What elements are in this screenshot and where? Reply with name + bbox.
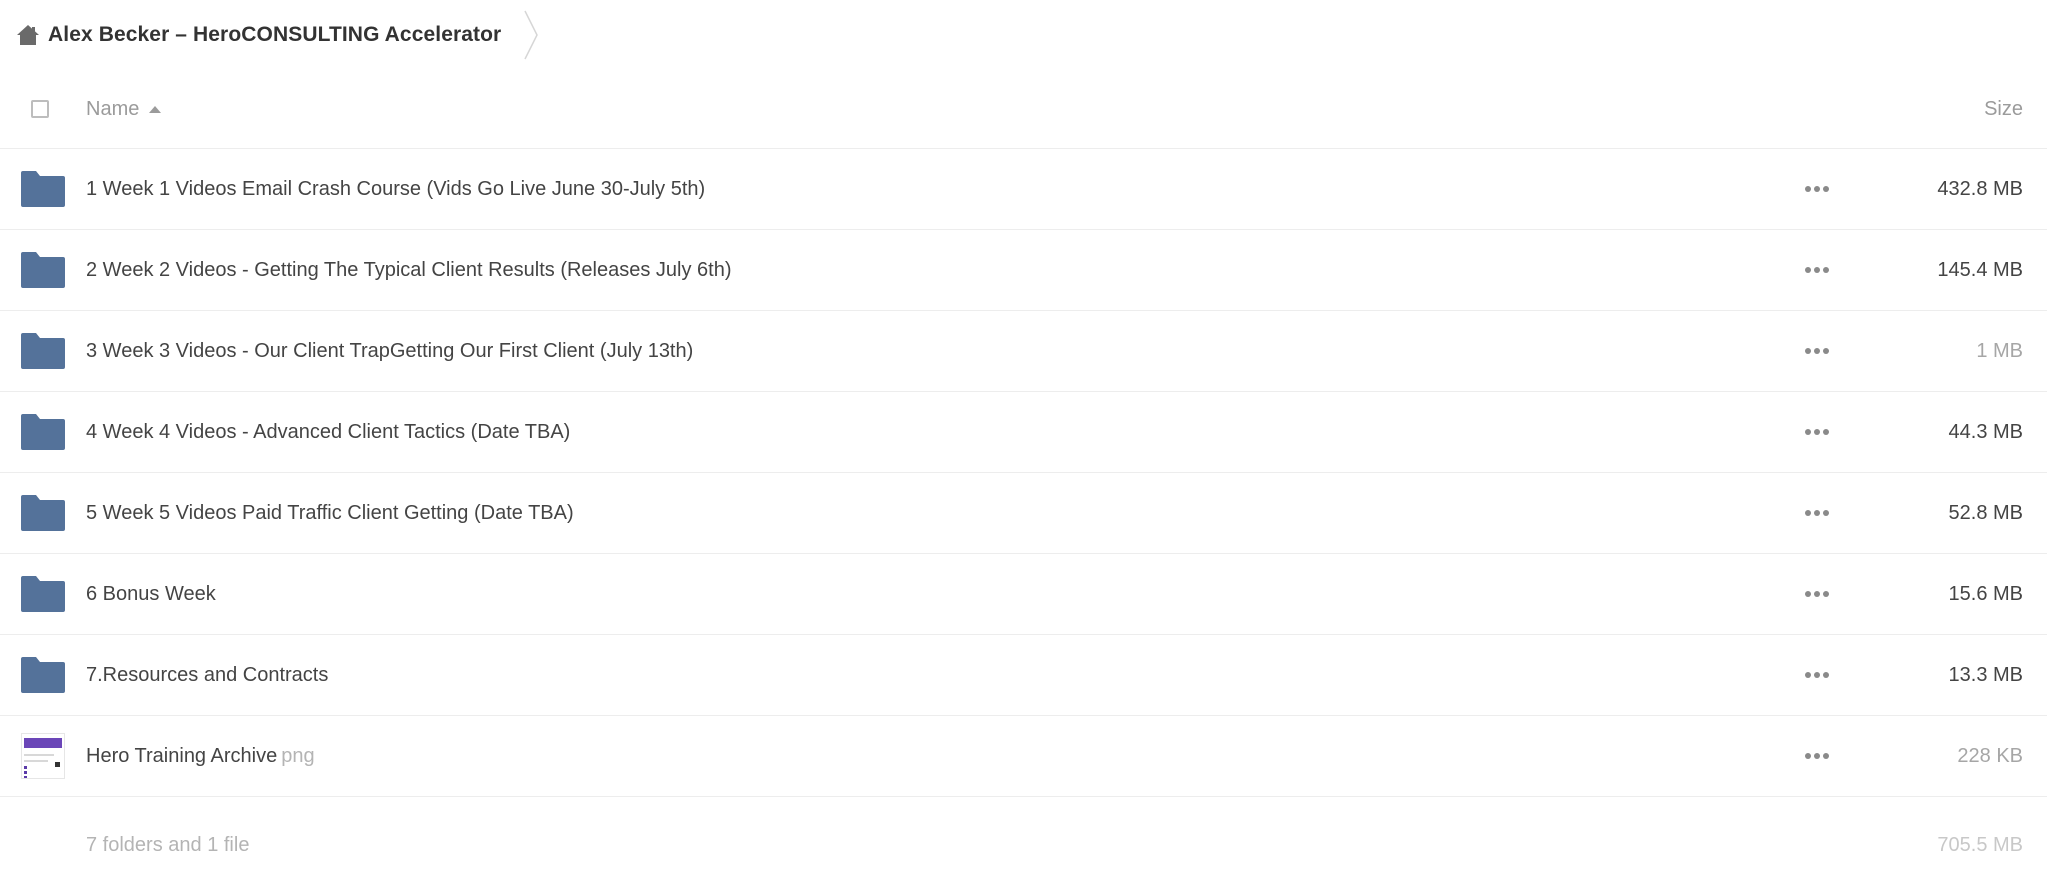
more-actions-icon[interactable] xyxy=(1801,423,1833,441)
more-actions-icon[interactable] xyxy=(1801,666,1833,684)
item-name: 7.Resources and Contracts xyxy=(86,663,329,686)
file-list: Name Size 1 Week 1 Videos Email Crash Co… xyxy=(0,70,2047,893)
home-icon[interactable] xyxy=(14,21,42,49)
more-actions-icon[interactable] xyxy=(1801,747,1833,765)
folder-name-link[interactable]: 4 Week 4 Videos - Advanced Client Tactic… xyxy=(86,421,570,444)
folder-row[interactable]: 3 Week 3 Videos - Our Client TrapGetting… xyxy=(0,311,2047,392)
file-row[interactable]: Hero Training Archive png 228 KB xyxy=(0,716,2047,797)
file-extension: png xyxy=(281,744,315,767)
folder-name-link[interactable]: 5 Week 5 Videos Paid Traffic Client Gett… xyxy=(86,502,574,525)
folder-icon xyxy=(21,333,65,369)
folder-row[interactable]: 6 Bonus Week 15.6 MB xyxy=(0,554,2047,635)
folder-row[interactable]: 7.Resources and Contracts 13.3 MB xyxy=(0,635,2047,716)
breadcrumb-current[interactable]: Alex Becker – HeroCONSULTING Accelerator xyxy=(48,23,501,47)
item-size: 52.8 MB xyxy=(1948,501,2023,524)
item-size: 432.8 MB xyxy=(1937,177,2023,200)
folder-name-link[interactable]: 3 Week 3 Videos - Our Client TrapGetting… xyxy=(86,340,693,363)
item-name: Hero Training Archive xyxy=(86,744,278,767)
file-name-link[interactable]: Hero Training Archive png xyxy=(86,745,315,768)
item-name: 1 Week 1 Videos Email Crash Course (Vids… xyxy=(86,177,706,200)
file-list-header: Name Size xyxy=(0,70,2047,149)
breadcrumb-separator-icon xyxy=(524,10,539,60)
file-browser: Alex Becker – HeroCONSULTING Accelerator… xyxy=(0,0,2047,893)
more-actions-icon[interactable] xyxy=(1801,342,1833,360)
folder-icon xyxy=(21,252,65,288)
folder-icon xyxy=(21,171,65,207)
file-rows: 1 Week 1 Videos Email Crash Course (Vids… xyxy=(0,149,2047,797)
item-size: 145.4 MB xyxy=(1937,258,2023,281)
item-name: 4 Week 4 Videos - Advanced Client Tactic… xyxy=(86,420,571,443)
sort-ascending-icon xyxy=(149,105,162,113)
item-size: 1 MB xyxy=(1976,339,2023,362)
folder-name-link[interactable]: 6 Bonus Week xyxy=(86,583,216,606)
folder-row[interactable]: 5 Week 5 Videos Paid Traffic Client Gett… xyxy=(0,473,2047,554)
breadcrumb: Alex Becker – HeroCONSULTING Accelerator xyxy=(14,10,541,60)
folder-row[interactable]: 4 Week 4 Videos - Advanced Client Tactic… xyxy=(0,392,2047,473)
item-size: 228 KB xyxy=(1957,744,2023,767)
folder-icon xyxy=(21,495,65,531)
folder-icon xyxy=(21,414,65,450)
folder-name-link[interactable]: 7.Resources and Contracts xyxy=(86,664,328,687)
name-header-label: Name xyxy=(86,97,140,120)
folder-icon xyxy=(21,657,65,693)
item-size: 13.3 MB xyxy=(1948,663,2023,686)
folder-icon xyxy=(21,576,65,612)
select-all-checkbox[interactable] xyxy=(31,100,49,118)
item-name: 5 Week 5 Videos Paid Traffic Client Gett… xyxy=(86,501,574,524)
summary-size: 705.5 MB xyxy=(1937,833,2023,856)
image-thumbnail xyxy=(21,733,65,779)
summary-row: 7 folders and 1 file 705.5 MB xyxy=(0,797,2047,893)
item-name: 6 Bonus Week xyxy=(86,582,216,605)
item-size: 44.3 MB xyxy=(1948,420,2023,443)
more-actions-icon[interactable] xyxy=(1801,261,1833,279)
folder-row[interactable]: 2 Week 2 Videos - Getting The Typical Cl… xyxy=(0,230,2047,311)
item-size: 15.6 MB xyxy=(1948,582,2023,605)
size-header[interactable]: Size xyxy=(1862,98,2047,121)
folder-name-link[interactable]: 1 Week 1 Videos Email Crash Course (Vids… xyxy=(86,178,705,201)
more-actions-icon[interactable] xyxy=(1801,585,1833,603)
sort-by-name-header[interactable]: Name xyxy=(86,97,162,121)
folder-name-link[interactable]: 2 Week 2 Videos - Getting The Typical Cl… xyxy=(86,259,732,282)
item-name: 3 Week 3 Videos - Our Client TrapGetting… xyxy=(86,339,694,362)
more-actions-icon[interactable] xyxy=(1801,180,1833,198)
item-name: 2 Week 2 Videos - Getting The Typical Cl… xyxy=(86,258,732,281)
summary-text: 7 folders and 1 file xyxy=(86,833,250,856)
folder-row[interactable]: 1 Week 1 Videos Email Crash Course (Vids… xyxy=(0,149,2047,230)
more-actions-icon[interactable] xyxy=(1801,504,1833,522)
